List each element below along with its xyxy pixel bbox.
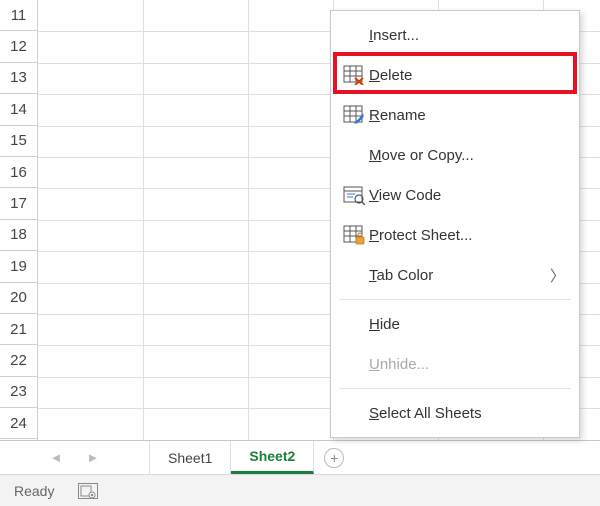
- menu-separator: [339, 388, 571, 389]
- sheet-tab[interactable]: Sheet1: [150, 441, 231, 474]
- menu-label: Tab Color: [369, 267, 549, 284]
- row-header[interactable]: 20: [0, 283, 37, 314]
- row-number: 14: [10, 101, 27, 118]
- row-header[interactable]: 17: [0, 188, 37, 219]
- row-header[interactable]: 15: [0, 126, 37, 157]
- row-header[interactable]: 19: [0, 251, 37, 282]
- sheet-tabs: Sheet1 Sheet2: [150, 441, 314, 474]
- row-header[interactable]: 22: [0, 345, 37, 376]
- sheet-tab-bar: ◄ ► Sheet1 Sheet2 +: [0, 440, 600, 474]
- menu-insert[interactable]: Insert...: [331, 15, 579, 55]
- chevron-right-icon: 〉: [549, 265, 565, 286]
- menu-tab-color[interactable]: Tab Color 〉: [331, 255, 579, 295]
- sheet-tab-active[interactable]: Sheet2: [231, 441, 314, 474]
- menu-label: Unhide...: [369, 356, 565, 373]
- row-headers: 11 12 13 14 15 16 17 18 19 20 21 22 23 2…: [0, 0, 38, 440]
- menu-label: Delete: [369, 67, 565, 84]
- view-code-icon: [339, 185, 369, 205]
- menu-view-code[interactable]: View Code: [331, 175, 579, 215]
- row-number: 24: [10, 415, 27, 432]
- tab-label: Sheet1: [168, 450, 212, 466]
- menu-hide[interactable]: Hide: [331, 304, 579, 344]
- tab-prev-icon[interactable]: ◄: [50, 450, 63, 465]
- delete-sheet-icon: [339, 65, 369, 85]
- menu-label: Hide: [369, 316, 565, 333]
- menu-label: View Code: [369, 187, 565, 204]
- row-number: 20: [10, 289, 27, 306]
- row-header[interactable]: 12: [0, 31, 37, 62]
- menu-separator: [339, 299, 571, 300]
- row-number: 16: [10, 164, 27, 181]
- menu-rename[interactable]: Rename: [331, 95, 579, 135]
- row-number: 23: [10, 383, 27, 400]
- rename-icon: [339, 105, 369, 125]
- row-number: 13: [10, 69, 27, 86]
- menu-label: Insert...: [369, 27, 565, 44]
- row-header[interactable]: 16: [0, 157, 37, 188]
- macro-record-icon[interactable]: [78, 483, 98, 499]
- status-bar: Ready: [0, 474, 600, 506]
- menu-move-copy[interactable]: Move or Copy...: [331, 135, 579, 175]
- menu-label: Move or Copy...: [369, 147, 565, 164]
- new-sheet-button[interactable]: +: [314, 441, 354, 474]
- row-header[interactable]: 11: [0, 0, 37, 31]
- row-number: 21: [10, 321, 27, 338]
- row-number: 17: [10, 195, 27, 212]
- status-ready-label: Ready: [14, 483, 54, 499]
- row-header[interactable]: 23: [0, 377, 37, 408]
- row-number: 15: [10, 132, 27, 149]
- menu-unhide: Unhide...: [331, 344, 579, 384]
- row-number: 19: [10, 258, 27, 275]
- menu-label: Rename: [369, 107, 565, 124]
- row-header[interactable]: 24: [0, 408, 37, 439]
- row-number: 22: [10, 352, 27, 369]
- menu-protect-sheet[interactable]: Protect Sheet...: [331, 215, 579, 255]
- menu-delete[interactable]: Delete: [331, 55, 579, 95]
- row-number: 12: [10, 38, 27, 55]
- row-header[interactable]: 13: [0, 63, 37, 94]
- row-header[interactable]: 18: [0, 220, 37, 251]
- tab-next-icon[interactable]: ►: [87, 450, 100, 465]
- tab-label: Sheet2: [249, 448, 295, 464]
- menu-select-all-sheets[interactable]: Select All Sheets: [331, 393, 579, 433]
- plus-icon: +: [324, 448, 344, 468]
- row-header[interactable]: 14: [0, 94, 37, 125]
- row-number: 18: [10, 226, 27, 243]
- tab-nav: ◄ ►: [0, 441, 150, 474]
- row-number: 11: [11, 7, 27, 24]
- row-header[interactable]: 21: [0, 314, 37, 345]
- menu-label: Select All Sheets: [369, 405, 565, 422]
- protect-sheet-icon: [339, 225, 369, 245]
- menu-label: Protect Sheet...: [369, 227, 565, 244]
- sheet-context-menu: Insert... Delete: [330, 10, 580, 438]
